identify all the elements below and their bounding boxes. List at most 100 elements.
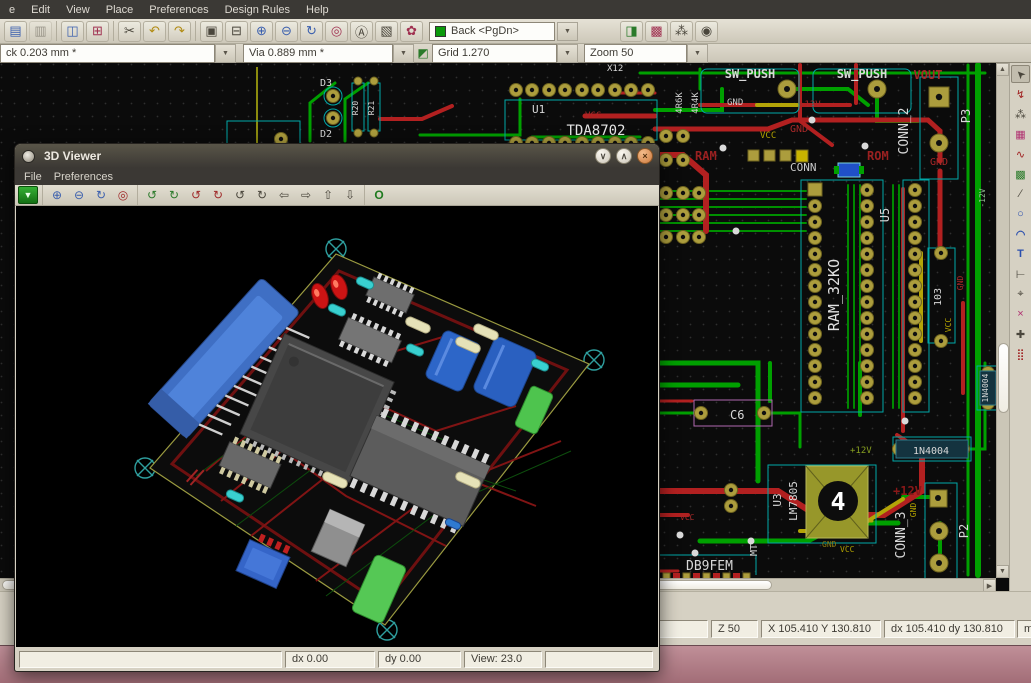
3d-viewer-canvas[interactable]: [16, 206, 658, 647]
track-width-combo[interactable]: ck 0.203 mm *: [0, 44, 215, 63]
menu-view[interactable]: View: [58, 2, 98, 18]
add-text-icon[interactable]: T: [1011, 245, 1030, 263]
redo-icon[interactable]: ↷: [168, 21, 191, 42]
zoom-fit-icon[interactable]: ◎: [325, 21, 348, 42]
scroll-down-icon[interactable]: ▼: [996, 565, 1009, 578]
via-size-combo[interactable]: Via 0.889 mm *: [243, 44, 393, 63]
close-button[interactable]: ×: [637, 148, 653, 164]
via-size-arrow[interactable]: ▼: [393, 44, 414, 63]
open-board-icon[interactable]: ▤: [4, 21, 27, 42]
cursor-tool-icon[interactable]: ➤: [1011, 65, 1030, 83]
reload-board-icon[interactable]: ▼: [18, 186, 38, 204]
toolbar-separator: [137, 185, 138, 205]
3d-board-render: [16, 206, 658, 647]
layer-selector-value: Back <PgDn>: [451, 25, 519, 37]
label-conn: CONN: [790, 161, 817, 174]
window-icon: [22, 150, 35, 163]
local-ratsnest-icon[interactable]: ⁂: [1011, 105, 1030, 123]
layer-selector[interactable]: Back <PgDn>: [429, 22, 555, 41]
add-zone-icon[interactable]: ▩: [1011, 165, 1030, 183]
viewer-zoom-fit-icon[interactable]: ◎: [113, 186, 133, 204]
track-width-value: ck 0.203 mm *: [6, 47, 76, 59]
rotate-z-neg-icon[interactable]: ↺: [230, 186, 250, 204]
page-settings-icon[interactable]: ◫: [61, 21, 84, 42]
zoom-out-icon[interactable]: ⊖: [275, 21, 298, 42]
mask-mode-icon[interactable]: ◉: [695, 21, 718, 42]
label-u3: U3: [771, 493, 784, 506]
add-circle-icon[interactable]: ○: [1011, 205, 1030, 223]
rotate-z-pos-icon[interactable]: ↻: [252, 186, 272, 204]
kicad-pcbnew-window: e Edit View Place Preferences Design Rul…: [0, 0, 1031, 683]
add-arc-icon[interactable]: ◠: [1011, 225, 1030, 243]
ortho-view-icon[interactable]: O: [369, 186, 389, 204]
redraw-icon[interactable]: ↻: [300, 21, 323, 42]
highlight-net-icon[interactable]: ↯: [1011, 85, 1030, 103]
menu-edit[interactable]: Edit: [23, 2, 58, 18]
add-footprint-icon[interactable]: ▦: [1011, 125, 1030, 143]
viewer-zoom-in-icon[interactable]: ⊕: [47, 186, 67, 204]
move-left-icon[interactable]: ⇦: [274, 186, 294, 204]
add-line-icon[interactable]: ∕: [1011, 185, 1030, 203]
drc-icon[interactable]: ✿: [400, 21, 423, 42]
zoom-arrow[interactable]: ▼: [687, 44, 708, 63]
plot-icon[interactable]: ⊟: [225, 21, 248, 42]
print-icon[interactable]: ▣: [200, 21, 223, 42]
grid-origin-icon[interactable]: ⣿: [1011, 345, 1030, 363]
3d-viewer-toolbar: ▼ ⊕ ⊖ ↻ ◎ ↺ ↻ ↺ ↻ ↺ ↻ ⇦ ⇨ ⇧ ⇩ O: [15, 185, 659, 206]
delete-tool-icon[interactable]: ×: [1011, 305, 1030, 323]
label-conn-3: CONN_3: [894, 512, 909, 559]
rotate-y-pos-icon[interactable]: ↻: [208, 186, 228, 204]
find-icon[interactable]: Ⓐ: [350, 21, 373, 42]
menu-place[interactable]: Place: [98, 2, 142, 18]
auto-track-icon[interactable]: ◩: [414, 45, 432, 62]
menu-design-rules[interactable]: Design Rules: [217, 2, 298, 18]
rotate-x-neg-icon[interactable]: ↺: [142, 186, 162, 204]
viewer-zoom-out-icon[interactable]: ⊖: [69, 186, 89, 204]
zoom-in-icon[interactable]: ⊕: [250, 21, 273, 42]
menu-help[interactable]: Help: [298, 2, 337, 18]
label-12v-c6: +12V: [850, 446, 872, 456]
menu-file[interactable]: e: [1, 2, 23, 18]
viewer-menu-file[interactable]: File: [22, 170, 50, 184]
viewer-menu-preferences[interactable]: Preferences: [52, 170, 121, 184]
move-down-icon[interactable]: ⇩: [340, 186, 360, 204]
label-p2: P2: [957, 524, 971, 538]
zoom-combo[interactable]: Zoom 50: [584, 44, 687, 63]
minimize-button[interactable]: ∨: [595, 148, 611, 164]
toolbar-separator: [113, 21, 114, 41]
3d-viewer-menubar: File Preferences: [15, 168, 659, 185]
rotate-x-pos-icon[interactable]: ↻: [164, 186, 184, 204]
label-12v-u3: +12V: [893, 484, 922, 498]
track-width-arrow[interactable]: ▼: [215, 44, 236, 63]
add-target-icon[interactable]: ⌖: [1011, 285, 1030, 303]
move-right-icon[interactable]: ⇨: [296, 186, 316, 204]
label-rom: ROM: [867, 149, 889, 163]
vertical-scrollbar[interactable]: ▲ ▼: [996, 63, 1009, 578]
label-gnd-mid: GND: [790, 124, 808, 135]
menu-preferences[interactable]: Preferences: [141, 2, 216, 18]
layer-pair-icon[interactable]: ◨: [620, 21, 643, 42]
add-dimension-icon[interactable]: ⊢: [1011, 265, 1030, 283]
layer-selector-arrow[interactable]: ▼: [557, 22, 578, 41]
undo-icon[interactable]: ↶: [143, 21, 166, 42]
viewer-redraw-icon[interactable]: ↻: [91, 186, 111, 204]
add-track-icon[interactable]: ∿: [1011, 145, 1030, 163]
maximize-button[interactable]: ∧: [616, 148, 632, 164]
footprint-mode-icon[interactable]: ▩: [645, 21, 668, 42]
save-board-icon[interactable]: ▥: [29, 21, 52, 42]
move-up-icon[interactable]: ⇧: [318, 186, 338, 204]
grid-arrow[interactable]: ▼: [557, 44, 578, 63]
rotate-y-neg-icon[interactable]: ↺: [186, 186, 206, 204]
3d-viewer-titlebar[interactable]: 3D Viewer ∨ ∧ ×: [15, 144, 659, 168]
grid-combo[interactable]: Grid 1.270: [432, 44, 557, 63]
label-u1: U1: [532, 103, 545, 116]
vertical-scroll-thumb[interactable]: [998, 343, 1009, 413]
drill-offset-icon[interactable]: ✚: [1011, 325, 1030, 343]
grid-value: Grid 1.270: [438, 47, 489, 59]
scroll-up-icon[interactable]: ▲: [996, 63, 1009, 76]
cut-icon[interactable]: ✂: [118, 21, 141, 42]
ratsnest-icon[interactable]: ⁂: [670, 21, 693, 42]
label-d3: D3: [320, 78, 332, 89]
page-layout-icon[interactable]: ⊞: [86, 21, 109, 42]
select-block-icon[interactable]: ▧: [375, 21, 398, 42]
